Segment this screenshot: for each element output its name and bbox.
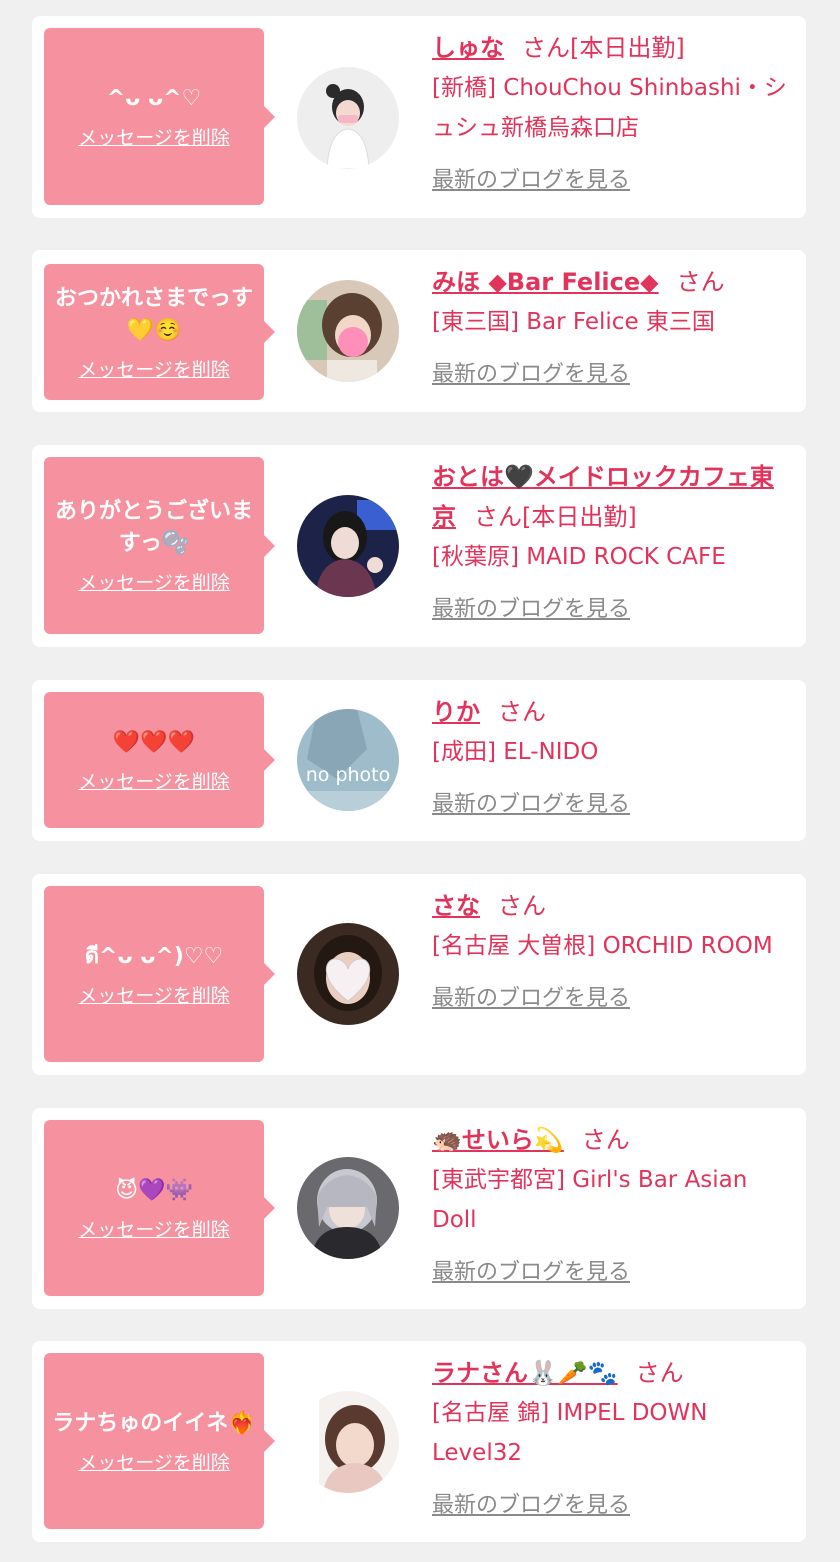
shop-name: [成田] EL-NIDO [432,739,599,765]
cast-info: ラナさん🐰🥕🐾 さん [名古屋 錦] IMPEL DOWN Level32 最新の… [432,1353,792,1519]
avatar[interactable] [297,1391,399,1493]
message-bubble: ❤️❤️❤️ メッセージを削除 [44,692,275,828]
message-card: おつかれさまでっす💛☺️ メッセージを削除 みほ ◆Bar Felice◆ さん … [32,250,806,412]
message-text: ❤️❤️❤️ [112,729,196,755]
avatar-photo [297,1157,399,1259]
message-text: ^ᴗ ᴗ^♡ [106,86,202,111]
cast-name-link[interactable]: みほ ◆Bar Felice◆ [432,268,659,296]
cast-info: りか さん [成田] EL-NIDO 最新のブログを見る [432,692,792,818]
message-bubble: おつかれさまでっす💛☺️ メッセージを削除 [44,264,275,400]
message-bubble: ラナちゅのイイネ❤️‍🔥 メッセージを削除 [44,1353,275,1529]
latest-blog-link[interactable]: 最新のブログを見る [432,786,630,818]
delete-message-link[interactable]: メッセージを削除 [78,123,230,150]
cast-info: みほ ◆Bar Felice◆ さん [東三国] Bar Felice 東三国 最… [432,262,792,388]
latest-blog-link[interactable]: 最新のブログを見る [432,591,630,623]
shop-name: [秋葉原] MAID ROCK CAFE [432,544,726,570]
cast-name-link[interactable]: りか [432,698,480,726]
latest-blog-link[interactable]: 最新のブログを見る [432,980,630,1012]
message-card: ❤️❤️❤️ メッセージを削除 no photo りか さん [成田] EL-NI… [32,680,806,841]
delete-message-link[interactable]: メッセージを削除 [78,355,230,382]
avatar-photo [297,67,399,169]
cast-info: おとは🖤メイドロックカフェ東京 さん[本日出勤] [秋葉原] MAID ROCK … [432,457,792,623]
honorific: さん[本日出勤] [522,34,685,62]
message-bubble: 😈💜👾 メッセージを削除 [44,1120,275,1296]
shop-name: [名古屋 大曽根] ORCHID ROOM [432,933,773,959]
avatar[interactable] [297,495,399,597]
cast-name-link[interactable]: ラナさん🐰🥕🐾 [432,1359,618,1387]
honorific: さん [581,1126,630,1154]
no-photo-placeholder: no photo [297,709,399,811]
message-text: おつかれさまでっす💛☺️ [54,285,253,343]
latest-blog-link[interactable]: 最新のブログを見る [432,356,630,388]
avatar[interactable] [297,67,399,169]
avatar-photo [297,280,399,382]
shop-name: [名古屋 錦] IMPEL DOWN Level32 [432,1400,708,1466]
message-text: 😈💜👾 [115,1177,193,1203]
no-photo-text: no photo [306,764,391,786]
latest-blog-link[interactable]: 最新のブログを見る [432,1487,630,1519]
honorific: さん [635,1359,684,1387]
avatar[interactable]: no photo [297,709,399,811]
avatar[interactable] [297,280,399,382]
shop-name: [新橋] ChouChou Shinbashi・シュシュ新橋烏森口店 [432,75,787,141]
message-card: ^ᴗ ᴗ^♡ メッセージを削除 しゅな さん[本日出勤] [新橋] ChouCho… [32,16,806,218]
delete-message-link[interactable]: メッセージを削除 [78,1215,230,1242]
delete-message-link[interactable]: メッセージを削除 [78,568,230,595]
delete-message-link[interactable]: メッセージを削除 [78,981,230,1008]
delete-message-link[interactable]: メッセージを削除 [78,1448,230,1475]
message-bubble: ดี^ᴗ ᴗ^)♡♡ メッセージを削除 [44,886,275,1062]
message-card: ラナちゅのイイネ❤️‍🔥 メッセージを削除 ラナさん🐰🥕🐾 さん [名古屋 錦] … [32,1341,806,1542]
honorific: さん [676,268,725,296]
shop-name: [東武宇都宮] Girl's Bar Asian Doll [432,1167,748,1233]
cast-name-link[interactable]: さな [432,892,480,920]
message-bubble: ^ᴗ ᴗ^♡ メッセージを削除 [44,28,275,205]
message-card: 😈💜👾 メッセージを削除 🦔せいら💫 さん [東武宇都宮] Girl's Bar … [32,1108,806,1309]
cast-name-link[interactable]: 🦔せいら💫 [432,1126,564,1154]
avatar-photo [297,923,399,1025]
cast-info: しゅな さん[本日出勤] [新橋] ChouChou Shinbashi・シュシュ… [432,28,792,194]
cast-info: 🦔せいら💫 さん [東武宇都宮] Girl's Bar Asian Doll 最新… [432,1120,792,1286]
honorific: さん [498,698,546,726]
message-bubble: ありがとうございますっ🫧 メッセージを削除 [44,457,275,634]
favorite-message-list: ^ᴗ ᴗ^♡ メッセージを削除 しゅな さん[本日出勤] [新橋] ChouCho… [0,0,840,1562]
message-text: ラナちゅのイイネ❤️‍🔥 [52,1410,256,1436]
message-text: ดี^ᴗ ᴗ^)♡♡ [84,943,224,969]
honorific: さん[本日出勤] [474,503,637,531]
cast-name-link[interactable]: しゅな [432,34,504,62]
message-card: ありがとうございますっ🫧 メッセージを削除 おとは🖤メイドロックカフェ東京 さん[… [32,445,806,647]
delete-message-link[interactable]: メッセージを削除 [78,767,230,794]
shop-name: [東三国] Bar Felice 東三国 [432,309,715,335]
latest-blog-link[interactable]: 最新のブログを見る [432,162,630,194]
latest-blog-link[interactable]: 最新のブログを見る [432,1254,630,1286]
message-text: ありがとうございますっ🫧 [54,499,253,556]
cast-info: さな さん [名古屋 大曽根] ORCHID ROOM 最新のブログを見る [432,886,792,1012]
avatar-photo [297,1391,399,1493]
avatar[interactable] [297,1157,399,1259]
message-card: ดี^ᴗ ᴗ^)♡♡ メッセージを削除 さな さん [名古屋 大曽根] ORCHI… [32,874,806,1075]
avatar-photo [297,495,399,597]
avatar[interactable] [297,923,399,1025]
honorific: さん [498,892,546,920]
